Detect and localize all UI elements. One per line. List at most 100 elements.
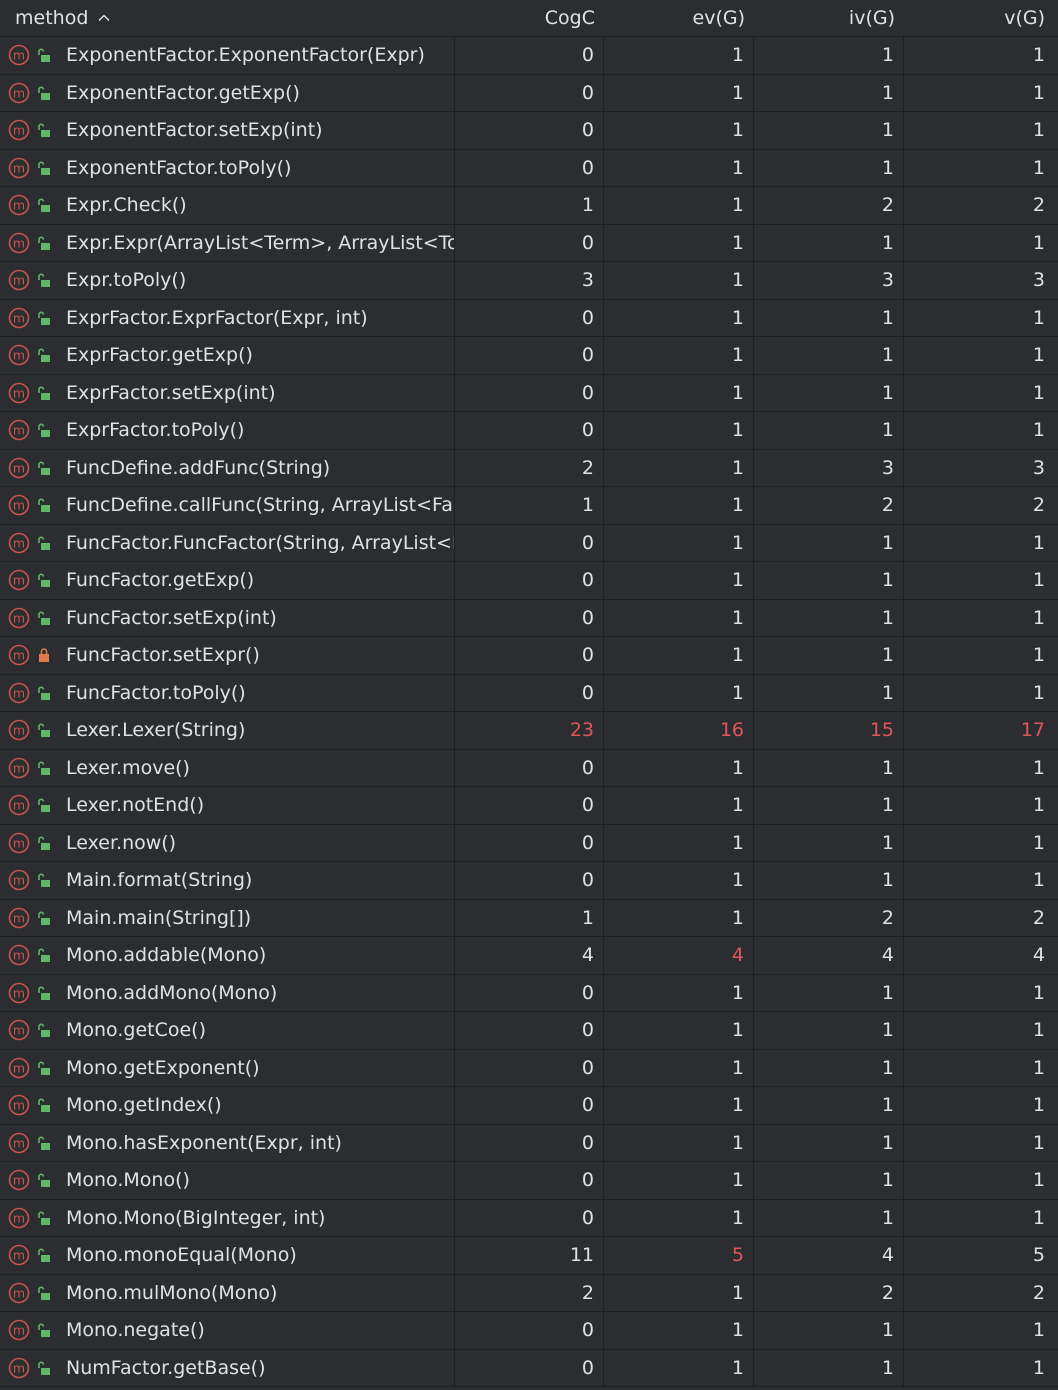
column-header-cogc[interactable]: CogC <box>455 7 604 29</box>
method-name: ExprFactor.toPoly() <box>66 419 245 442</box>
method-cell: m FuncFactor.toPoly() <box>0 674 455 711</box>
column-header-ev[interactable]: ev(G) <box>604 7 754 29</box>
table-row[interactable]: m FuncFactor.toPoly() 0 1 1 1 <box>0 674 1058 712</box>
method-icon: m <box>8 944 30 966</box>
table-row[interactable]: m Lexer.Lexer(String) 23 16 15 17 <box>0 712 1058 750</box>
table-row[interactable]: m Lexer.move() 0 1 1 1 <box>0 749 1058 787</box>
v-cell: 3 <box>1032 269 1045 292</box>
table-row[interactable]: m ExprFactor.setExp(int) 0 1 1 1 <box>0 374 1058 412</box>
ev-cell: 1 <box>604 187 754 224</box>
table-row[interactable]: m FuncDefine.callFunc(String, ArrayList<F… <box>0 487 1058 525</box>
table-row[interactable]: m ExprFactor.ExprFactor(Expr, int) 0 1 1 1 <box>0 299 1058 337</box>
cogc-cell: 2 <box>455 1274 604 1311</box>
table-row[interactable]: m Expr.Check() 1 1 2 2 <box>0 187 1058 225</box>
cogc-cell: 0 <box>455 674 604 711</box>
method-cell: m Lexer.Lexer(String) <box>0 712 455 749</box>
cogc-cell: 0 <box>455 1349 604 1386</box>
table-row[interactable]: m Mono.Mono() 0 1 1 1 <box>0 1162 1058 1200</box>
cogc-cell: 0 <box>455 787 604 824</box>
table-row[interactable]: m Lexer.now() 0 1 1 1 <box>0 824 1058 862</box>
svg-text:m: m <box>13 348 25 363</box>
table-row[interactable]: m Expr.Expr(ArrayList<Term>, ArrayList<To… <box>0 224 1058 262</box>
ev-cell: 1 <box>604 1199 754 1236</box>
table-row[interactable]: m FuncFactor.getExp() 0 1 1 1 <box>0 562 1058 600</box>
method-icon: m <box>8 757 30 779</box>
table-row[interactable]: m Main.format(String) 0 1 1 1 <box>0 862 1058 900</box>
table-row[interactable]: m Mono.hasExponent(Expr, int) 0 1 1 1 <box>0 1124 1058 1162</box>
table-row[interactable]: m FuncDefine.addFunc(String) 2 1 3 3 <box>0 449 1058 487</box>
method-icon: m <box>8 982 30 1004</box>
v-cell: 1 <box>1032 1019 1045 1042</box>
table-row[interactable]: m Mono.negate() 0 1 1 1 <box>0 1312 1058 1350</box>
method-icon: m <box>8 1244 30 1266</box>
method-name: Mono.addMono(Mono) <box>66 981 278 1004</box>
column-header-iv[interactable]: iv(G) <box>754 7 904 29</box>
table-row[interactable]: m FuncFactor.setExpr() 0 1 1 1 <box>0 637 1058 675</box>
table-row[interactable]: m Mono.getIndex() 0 1 1 1 <box>0 1087 1058 1125</box>
cogc-cell: 2 <box>455 449 604 486</box>
iv-cell: 1 <box>754 862 904 899</box>
cogc-cell: 0 <box>455 749 604 786</box>
table-row[interactable]: m Mono.addMono(Mono) 0 1 1 1 <box>0 974 1058 1012</box>
method-name: FuncDefine.callFunc(String, ArrayList<Fa… <box>66 494 455 517</box>
method-cell: m Lexer.now() <box>0 824 455 861</box>
table-row[interactable]: m ExponentFactor.toPoly() 0 1 1 1 <box>0 149 1058 187</box>
table-row[interactable]: m Mono.addable(Mono) 4 4 4 4 <box>0 937 1058 975</box>
method-cell: m FuncFactor.FuncFactor(String, ArrayList… <box>0 524 455 561</box>
table-row[interactable]: m Main.main(String[]) 1 1 2 2 <box>0 899 1058 937</box>
cogc-cell: 1 <box>455 187 604 224</box>
v-cell: 1 <box>1032 1206 1045 1229</box>
iv-cell: 15 <box>754 712 904 749</box>
iv-cell: 1 <box>754 112 904 149</box>
column-header-v[interactable]: v(G) <box>904 7 1054 29</box>
iv-cell: 2 <box>754 899 904 936</box>
ev-cell: 1 <box>604 149 754 186</box>
iv-cell: 1 <box>754 749 904 786</box>
v-cell: 1 <box>1032 531 1045 554</box>
svg-text:m: m <box>13 760 25 775</box>
table-row[interactable]: m Lexer.notEnd() 0 1 1 1 <box>0 787 1058 825</box>
svg-text:m: m <box>13 273 25 288</box>
lock-open-icon <box>38 836 50 850</box>
lock-open-icon <box>38 498 50 513</box>
table-row[interactable]: m FuncFactor.FuncFactor(String, ArrayList… <box>0 524 1058 562</box>
table-row[interactable]: m Mono.getCoe() 0 1 1 1 <box>0 1012 1058 1050</box>
method-icon: m <box>8 1319 30 1341</box>
iv-cell: 4 <box>754 937 904 974</box>
method-cell: m Expr.Check() <box>0 187 455 224</box>
table-row[interactable]: m Expr.toPoly() 3 1 3 3 <box>0 262 1058 300</box>
lock-open-icon <box>38 198 50 213</box>
table-row[interactable]: m ExponentFactor.setExp(int) 0 1 1 1 <box>0 112 1058 150</box>
method-name: Mono.Mono() <box>66 1169 190 1192</box>
method-name: FuncFactor.setExp(int) <box>66 606 277 629</box>
svg-text:m: m <box>13 1135 25 1150</box>
method-cell: m Mono.getExponent() <box>0 1049 455 1086</box>
ev-cell: 1 <box>604 1312 754 1349</box>
table-row[interactable]: m NumFactor.getBase() 0 1 1 1 <box>0 1349 1058 1387</box>
method-cell: m Mono.addable(Mono) <box>0 937 455 974</box>
table-row[interactable]: m ExponentFactor.getExp() 0 1 1 1 <box>0 74 1058 112</box>
iv-cell: 1 <box>754 674 904 711</box>
lock-open-icon <box>38 536 50 550</box>
sort-ascending-icon <box>98 14 110 22</box>
table-row[interactable]: m Mono.getExponent() 0 1 1 1 <box>0 1049 1058 1087</box>
table-row[interactable]: m ExprFactor.getExp() 0 1 1 1 <box>0 337 1058 375</box>
method-cell: m ExponentFactor.ExponentFactor(Expr) <box>0 37 455 74</box>
table-row[interactable]: m ExponentFactor.ExponentFactor(Expr) 0 1 1 1 <box>0 37 1058 75</box>
v-cell: 1 <box>1032 1169 1045 1192</box>
table-row[interactable]: m Mono.monoEqual(Mono) 11 5 4 5 <box>0 1237 1058 1275</box>
method-cell: m Lexer.notEnd() <box>0 787 455 824</box>
method-name: ExponentFactor.getExp() <box>66 81 300 104</box>
v-cell: 1 <box>1032 831 1045 854</box>
table-row[interactable]: m Mono.Mono(BigInteger, int) 0 1 1 1 <box>0 1199 1058 1237</box>
method-name: NumFactor.getBase() <box>66 1356 266 1379</box>
svg-text:m: m <box>13 460 25 475</box>
cogc-cell: 0 <box>455 337 604 374</box>
method-icon: m <box>8 1094 30 1116</box>
table-row[interactable]: m ExprFactor.toPoly() 0 1 1 1 <box>0 412 1058 450</box>
lock-open-icon <box>38 236 50 250</box>
table-row[interactable]: m FuncFactor.setExp(int) 0 1 1 1 <box>0 599 1058 637</box>
ev-cell: 1 <box>604 262 754 299</box>
column-header-method[interactable]: method <box>0 7 455 29</box>
table-row[interactable]: m Mono.mulMono(Mono) 2 1 2 2 <box>0 1274 1058 1312</box>
